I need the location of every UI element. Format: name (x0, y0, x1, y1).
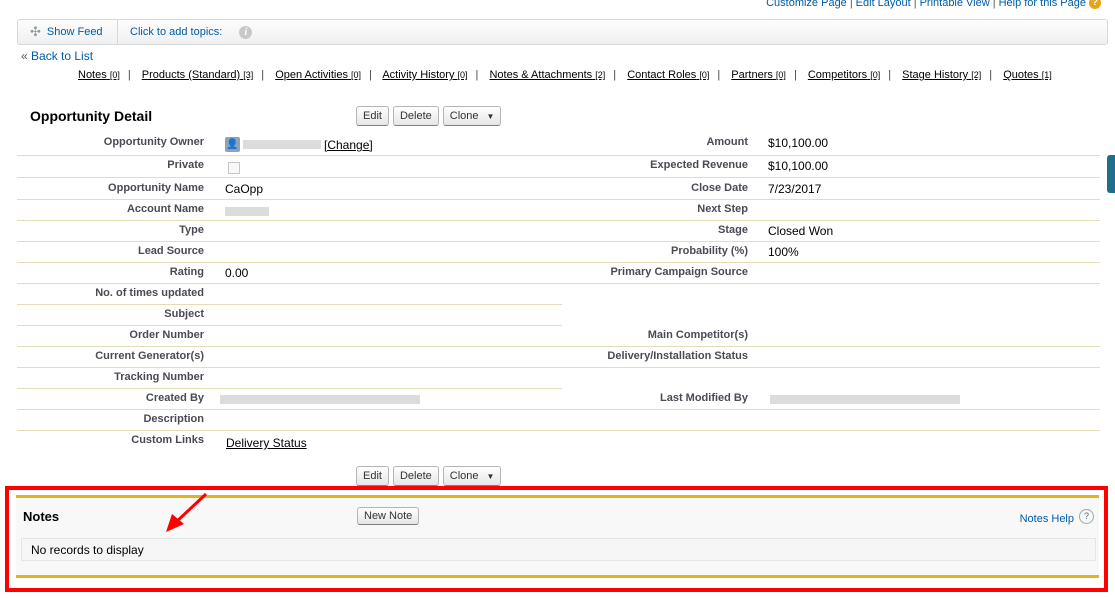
row-divider (17, 430, 1100, 431)
related-list-links: Notes [0] | Products (Standard) [3] | Open… (78, 69, 1052, 81)
info-icon[interactable]: i (239, 25, 253, 39)
annotation-arrow-icon (166, 492, 208, 532)
change-owner-link[interactable]: [Change] (324, 138, 373, 152)
edit-button[interactable]: Edit (356, 106, 389, 126)
label-probability: Probability (%) (670, 245, 748, 257)
label-opportunity-owner: Opportunity Owner (103, 136, 204, 148)
clone-button[interactable]: Clone ▼ (442, 466, 502, 486)
help-icon[interactable]: ? (1089, 0, 1101, 10)
expected-revenue-value: $10,100.00 (768, 159, 829, 173)
row-divider (17, 346, 1100, 347)
account-name-redacted[interactable] (225, 207, 269, 216)
show-feed-button[interactable]: ✣ Show Feed (18, 20, 118, 44)
label-tracking-number: Tracking Number (114, 371, 204, 383)
rating-value: 0.00 (225, 266, 249, 280)
related-link-activity-history[interactable]: Activity History [0] (382, 69, 467, 81)
label-times-updated: No. of times updated (95, 287, 204, 299)
label-last-modified-by: Last Modified By (659, 392, 748, 404)
delete-button[interactable]: Delete (392, 106, 439, 126)
detail-top-buttons: Edit Delete Clone ▼ (356, 106, 502, 126)
add-topics[interactable]: Click to add topics: i (130, 20, 253, 44)
clone-button[interactable]: Clone ▼ (442, 106, 502, 126)
label-current-generators: Current Generator(s) (95, 350, 204, 362)
label-rating: Rating (169, 266, 204, 278)
back-to-list-link[interactable]: Back to List (31, 49, 93, 63)
page-utility-links: Customize Page | Edit Layout | Printable Vie… (766, 0, 1101, 10)
delivery-status-link[interactable]: Delivery Status (226, 436, 307, 450)
stage-value: Closed Won (768, 224, 834, 238)
feed-pulse-icon: ✣ (30, 24, 41, 39)
related-link-quotes[interactable]: Quotes [1] (1003, 69, 1052, 81)
row-divider (17, 367, 1100, 368)
row-divider (17, 155, 1100, 156)
row-divider (17, 388, 562, 389)
last-modified-redacted (770, 395, 960, 404)
label-order-number: Order Number (129, 329, 204, 341)
detail-section-title: Opportunity Detail (30, 108, 153, 124)
related-link-stage-history[interactable]: Stage History [2] (902, 69, 981, 81)
label-main-competitors: Main Competitor(s) (647, 329, 748, 341)
label-private: Private (167, 159, 204, 171)
row-divider (17, 241, 1100, 242)
row-divider (17, 283, 1100, 284)
label-type: Type (179, 224, 204, 236)
edit-button[interactable]: Edit (356, 466, 389, 486)
row-divider (17, 199, 1100, 200)
edit-layout-link[interactable]: Edit Layout (856, 0, 911, 9)
amount-value: $10,100.00 (768, 136, 829, 150)
row-divider (17, 304, 562, 305)
created-by-redacted (220, 395, 420, 404)
row-divider (17, 262, 1100, 263)
help-page-link[interactable]: Help for this Page (999, 0, 1086, 9)
related-link-notes[interactable]: Notes [0] (78, 69, 120, 81)
user-avatar-icon: 👤 (225, 137, 240, 152)
label-lead-source: Lead Source (137, 245, 204, 257)
row-divider (17, 177, 1100, 178)
row-divider (17, 409, 1100, 410)
related-link-partners[interactable]: Partners [0] (731, 69, 786, 81)
printable-view-link[interactable]: Printable View (920, 0, 990, 9)
label-close-date: Close Date (691, 182, 748, 194)
row-divider (17, 220, 1100, 221)
label-account-name: Account Name (126, 203, 204, 215)
chevron-down-icon: ▼ (486, 111, 495, 121)
owner-name-redacted (243, 140, 321, 149)
detail-bottom-buttons: Edit Delete Clone ▼ (356, 466, 502, 486)
label-subject: Subject (164, 308, 204, 320)
label-stage: Stage (718, 224, 748, 236)
row-divider (17, 325, 562, 326)
related-link-open-activities[interactable]: Open Activities [0] (275, 69, 361, 81)
related-link-products[interactable]: Products (Standard) [3] (142, 69, 254, 81)
label-next-step: Next Step (697, 203, 748, 215)
label-created-by: Created By (145, 392, 204, 404)
related-link-notes-attachments[interactable]: Notes & Attachments [2] (489, 69, 605, 81)
chatter-feed-bar: ✣ Show Feed Click to add topics: i (17, 19, 1108, 45)
label-delivery-installation: Delivery/Installation Status (607, 350, 748, 362)
private-checkbox (228, 162, 240, 174)
probability-value: 100% (768, 245, 799, 259)
back-to-list: « Back to List (21, 49, 94, 63)
chevron-down-icon: ▼ (486, 471, 495, 481)
related-link-contact-roles[interactable]: Contact Roles [0] (627, 69, 709, 81)
opportunity-name-value: CaOpp (225, 182, 264, 196)
related-link-competitors[interactable]: Competitors [0] (808, 69, 880, 81)
delete-button[interactable]: Delete (392, 466, 439, 486)
label-primary-campaign: Primary Campaign Source (610, 266, 748, 278)
customize-page-link[interactable]: Customize Page (766, 0, 847, 9)
label-expected-revenue: Expected Revenue (650, 159, 748, 171)
label-custom-links: Custom Links (131, 434, 204, 446)
label-opportunity-name: Opportunity Name (108, 182, 204, 194)
side-panel-handle[interactable] (1107, 155, 1115, 193)
label-amount: Amount (706, 136, 748, 148)
label-description: Description (143, 413, 204, 425)
close-date-value: 7/23/2017 (768, 182, 822, 196)
